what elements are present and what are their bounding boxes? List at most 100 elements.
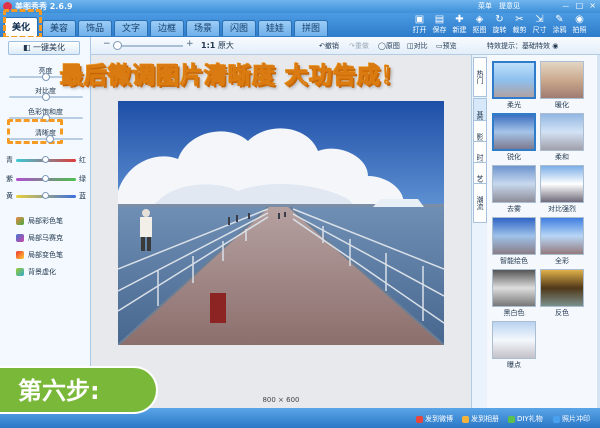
tab-doll[interactable]: 娃娃 xyxy=(258,20,292,36)
tutorial-headline: 最后微调图片清晰度 大功告成！ xyxy=(60,63,406,90)
effects-tab-trend[interactable]: 潮流 xyxy=(473,183,487,223)
diy-gift-button[interactable]: DIY礼物 xyxy=(508,414,543,424)
maximize-button[interactable]: □ xyxy=(576,1,584,12)
image-canvas[interactable]: 800 × 600 xyxy=(91,55,471,408)
local-recolor-pen[interactable]: 局部变色笔 xyxy=(16,250,63,260)
doodle-button[interactable]: ✎ 涂鸦 xyxy=(549,14,570,37)
effect-smart-color[interactable]: 智能绘色 xyxy=(492,217,536,267)
share-album-button[interactable]: 发到相册 xyxy=(462,414,499,424)
zoom-out-button[interactable]: − xyxy=(103,39,111,49)
compare-button[interactable]: ◫对比 xyxy=(407,41,428,51)
save-disk-icon: ▤ xyxy=(434,14,445,25)
one-key-beautify-button[interactable]: ◧ 一键美化 xyxy=(8,41,80,55)
zoom-in-button[interactable]: + xyxy=(186,39,194,49)
new-button[interactable]: ✚ 新建 xyxy=(449,14,470,37)
new-file-icon: ✚ xyxy=(455,14,464,25)
local-mosaic[interactable]: 局部马赛克 xyxy=(16,233,63,243)
cyan-red-row: 青 红 xyxy=(6,156,86,164)
slider-knob[interactable] xyxy=(42,93,50,101)
slider-knob[interactable] xyxy=(42,156,49,163)
contrast-slider[interactable] xyxy=(9,93,83,101)
zoom-slider-knob[interactable] xyxy=(112,41,122,50)
close-button[interactable]: × xyxy=(589,1,596,12)
tab-beauty[interactable]: 美容 xyxy=(42,20,76,36)
sharpness-slider[interactable] xyxy=(9,135,83,143)
cutout-button[interactable]: ◈ 抠图 xyxy=(469,14,490,37)
tab-collage[interactable]: 拼图 xyxy=(294,20,328,36)
menu-link[interactable]: 菜单 xyxy=(478,1,492,11)
effect-soft-light[interactable]: 柔光 xyxy=(492,61,536,111)
redo-button[interactable]: ↷重做 xyxy=(349,41,369,51)
effects-header: 特效提示：基础特效 ◉ xyxy=(471,37,600,55)
purple-green-row: 紫 绿 xyxy=(6,175,86,183)
camera-button[interactable]: ◉ 拍照 xyxy=(569,14,590,37)
preview-button[interactable]: ▭预览 xyxy=(436,41,457,51)
effect-dehaze[interactable]: 去雾 xyxy=(492,165,536,215)
effect-thumbnail xyxy=(492,269,536,307)
open-folder-icon: ▣ xyxy=(414,14,425,25)
save-button[interactable]: ▤ 保存 xyxy=(429,14,450,37)
effect-sharpen[interactable]: 锐化 xyxy=(492,113,536,163)
view-toolbar: − + 1:1 原大 ↶撤销 ↷重做 ◯原图 ◫对比 ▭预览 xyxy=(91,37,471,55)
effect-thumbnail xyxy=(540,217,584,255)
undo-button[interactable]: ↶撤销 xyxy=(319,41,339,51)
tab-accessories[interactable]: 饰品 xyxy=(78,20,112,36)
recolor-pen-icon xyxy=(16,251,24,259)
effect-high-contrast[interactable]: 对比强烈 xyxy=(540,165,584,215)
effect-black-white[interactable]: 黑白色 xyxy=(492,269,536,319)
doodle-icon: ✎ xyxy=(555,14,564,25)
effect-thumbnail xyxy=(492,321,536,359)
effect-thumbnail xyxy=(492,113,536,151)
share-weibo-button[interactable]: 发到微博 xyxy=(416,414,453,424)
effect-invert[interactable]: 反色 xyxy=(540,269,584,319)
cutout-icon: ◈ xyxy=(475,14,484,25)
tab-flash[interactable]: 闪图 xyxy=(222,20,256,36)
effect-full-color[interactable]: 全彩 xyxy=(540,217,584,267)
tab-scene[interactable]: 场景 xyxy=(186,20,220,36)
effect-exposure[interactable]: 曝点 xyxy=(492,321,536,371)
album-icon xyxy=(462,415,469,423)
title-bar: 美图秀秀 2.6.9 菜单 提意见 － □ × xyxy=(0,0,600,13)
effect-thumbnail xyxy=(492,165,536,203)
effect-warm[interactable]: 暖化 xyxy=(540,61,584,111)
original-image-button[interactable]: ◯原图 xyxy=(378,41,400,51)
effect-thumbnail xyxy=(540,113,584,151)
effect-thumbnail xyxy=(492,61,536,99)
effect-thumbnail xyxy=(540,165,584,203)
effect-thumbnail xyxy=(492,217,536,255)
open-button[interactable]: ▣ 打开 xyxy=(409,14,430,37)
crop-icon: ✂ xyxy=(515,14,524,25)
effects-info-icon[interactable]: ◉ xyxy=(552,42,558,50)
photo-print-button[interactable]: 照片冲印 xyxy=(553,414,590,424)
background-blur[interactable]: 背景虚化 xyxy=(16,267,56,277)
zoom-slider[interactable] xyxy=(113,45,183,47)
resize-button[interactable]: ⇲ 尺寸 xyxy=(529,14,550,37)
magic-wand-icon: ◧ xyxy=(22,43,34,52)
camera-icon: ◉ xyxy=(575,14,584,25)
tab-text[interactable]: 文字 xyxy=(114,20,148,36)
tab-highlight-frame xyxy=(3,9,42,39)
slider-knob[interactable] xyxy=(42,73,50,81)
rotate-button[interactable]: ↻ 旋转 xyxy=(489,14,510,37)
weibo-icon xyxy=(416,415,423,423)
pier-photo-image xyxy=(118,101,444,345)
slider-knob[interactable] xyxy=(42,175,49,182)
local-color-pen[interactable]: 局部彩色笔 xyxy=(16,216,63,226)
effect-thumbnail xyxy=(540,269,584,307)
original-size-button[interactable]: 1:1 原大 xyxy=(201,40,234,51)
effects-category-tabs: 热门 基础 影楼 时尚 艺术 潮流 xyxy=(471,55,487,408)
slider-knob[interactable] xyxy=(42,192,49,199)
minimize-button[interactable]: － xyxy=(562,1,570,12)
feedback-link[interactable]: 提意见 xyxy=(499,1,520,11)
effects-grid: 柔光 暖化 锐化 柔和 去雾 对比强烈 智能绘色 全彩 黑白色 反色 曝点 xyxy=(487,55,597,408)
crop-button[interactable]: ✂ 裁剪 xyxy=(509,14,530,37)
tab-frame[interactable]: 边框 xyxy=(150,20,184,36)
window-controls: － □ × xyxy=(562,1,596,12)
slider-knob[interactable] xyxy=(45,135,54,143)
effect-soften[interactable]: 柔和 xyxy=(540,113,584,163)
mosaic-icon xyxy=(16,234,24,242)
color-pen-icon xyxy=(16,217,24,225)
yellow-blue-row: 黄 蓝 xyxy=(6,192,86,200)
edited-photo xyxy=(118,101,444,345)
effect-thumbnail xyxy=(540,61,584,99)
